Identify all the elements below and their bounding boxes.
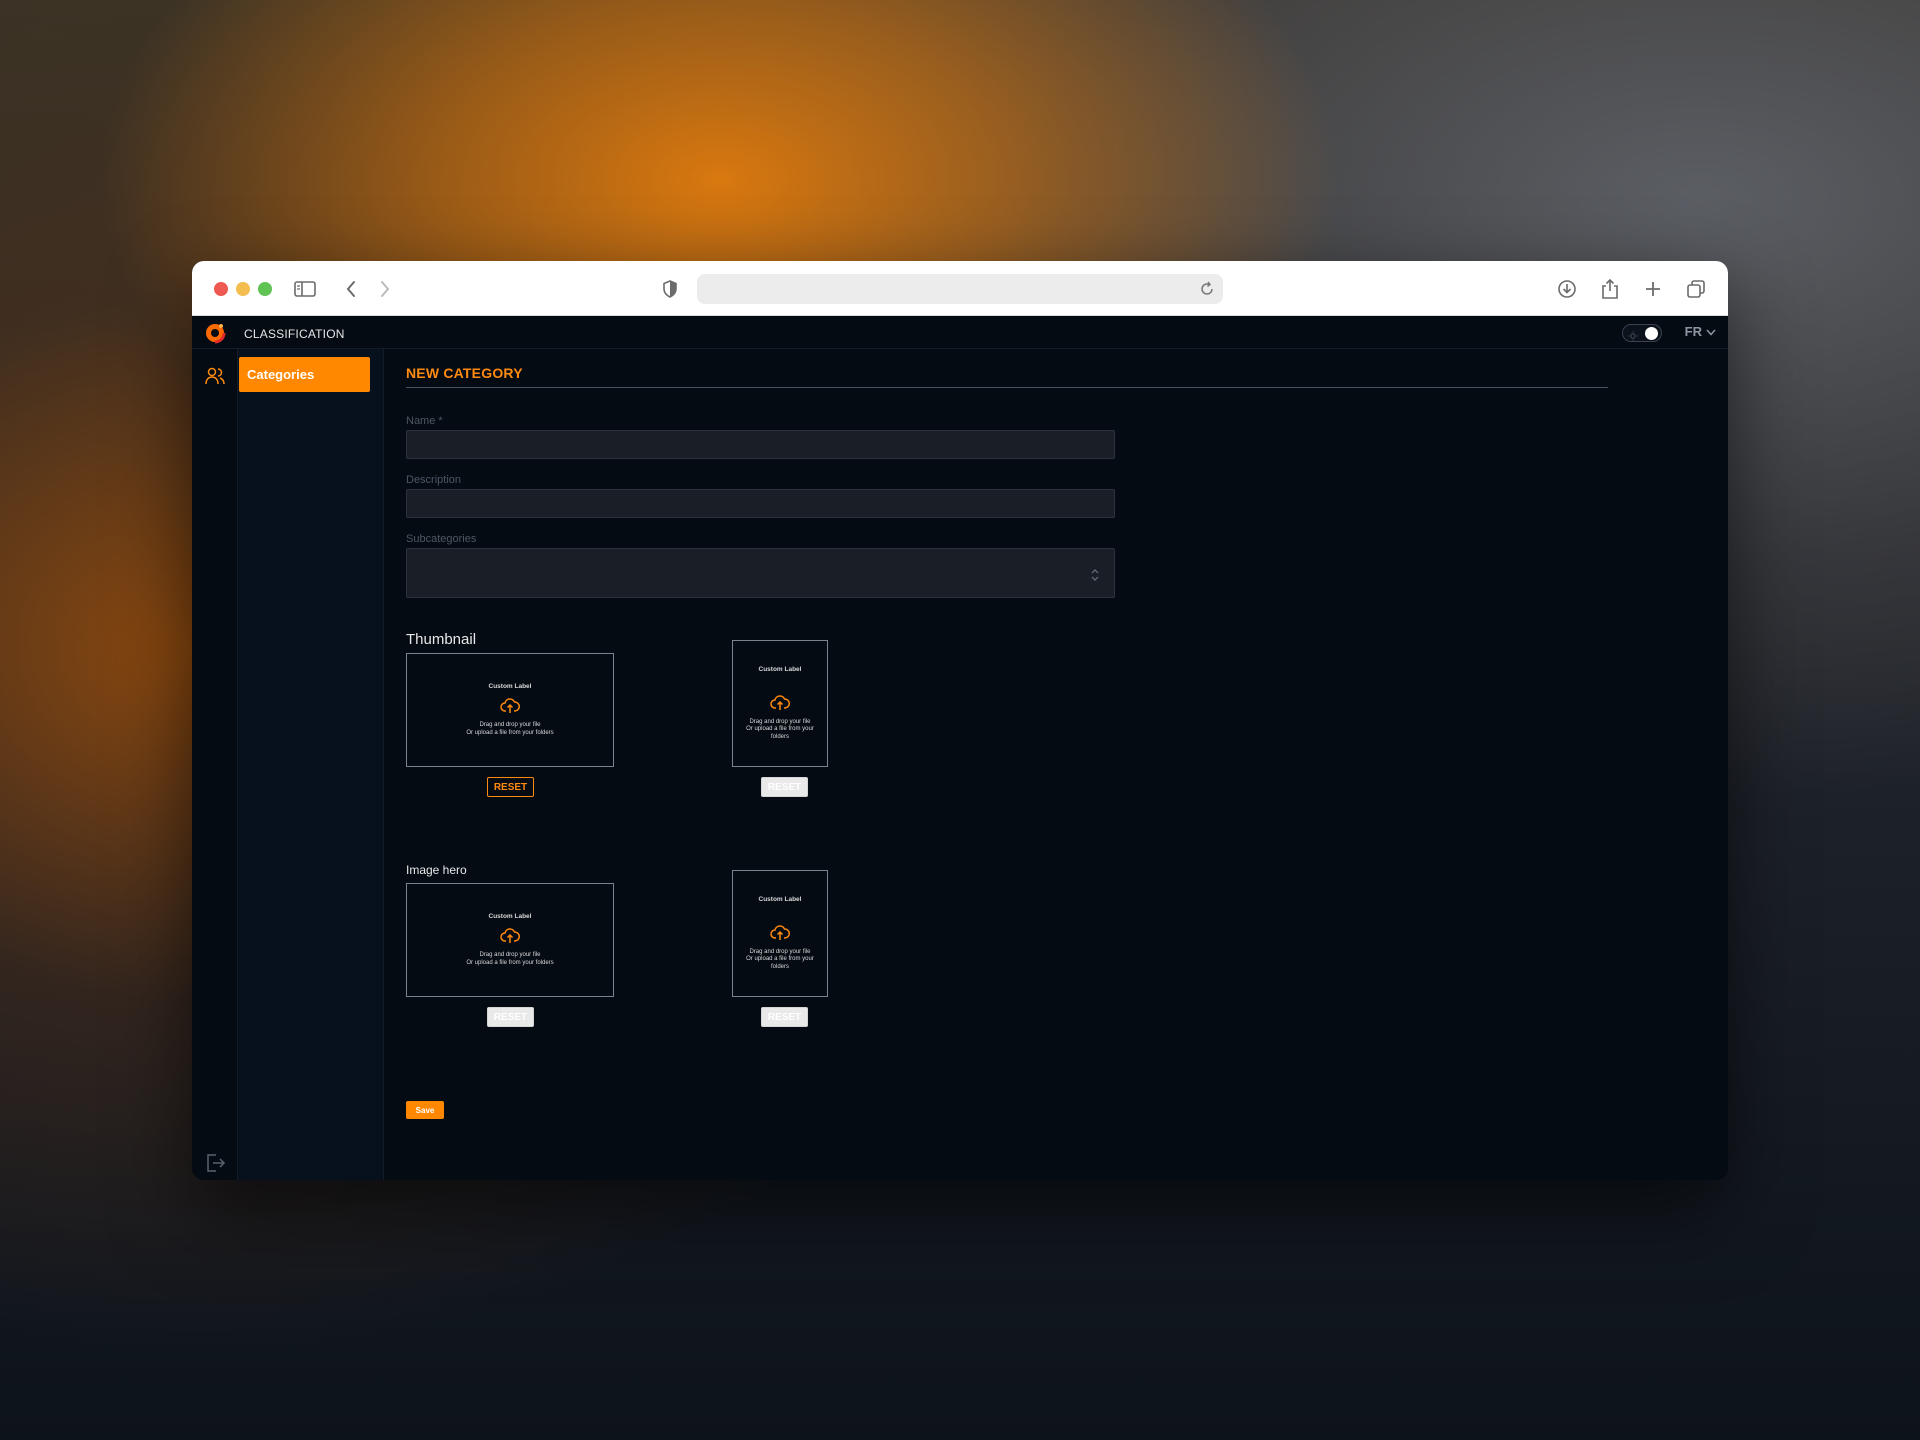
dropzone-drag-text: Drag and drop your file [749,718,811,725]
download-icon[interactable] [1553,275,1581,303]
logout-icon[interactable] [204,1152,226,1174]
thumbnail-portrait-reset-button[interactable]: RESET [761,777,808,797]
cloud-upload-icon [770,924,790,941]
sidebar: Categories [238,349,384,1180]
theme-toggle[interactable] [1622,324,1662,342]
cloud-upload-icon [770,694,790,711]
app-title: CLASSIFICATION [244,327,345,341]
minimize-window-button[interactable] [236,282,250,296]
image-hero-dropzone-portrait[interactable]: Custom Label Drag and drop your file Or … [732,870,828,997]
sidebar-item-label: Categories [247,367,315,382]
thumbnail-dropzone-landscape[interactable]: Custom Label Drag and drop your file Or … [406,653,614,767]
thumbnail-dropzone-portrait[interactable]: Custom Label Drag and drop your file Or … [732,640,828,767]
address-bar[interactable] [697,274,1223,304]
description-field[interactable] [406,489,1115,518]
new-tab-icon[interactable] [1639,275,1667,303]
maximize-window-button[interactable] [258,282,272,296]
dropzone-upload-text-folders: folders [770,733,789,740]
language-label: FR [1684,324,1702,339]
forward-icon[interactable] [371,275,399,303]
name-input[interactable] [407,431,1114,458]
dropzone-drag-text: Drag and drop your file [749,948,811,955]
dropzone-drag-text: Drag and drop your file [479,722,541,728]
save-button[interactable]: Save [406,1101,444,1119]
shield-icon[interactable] [656,275,684,303]
close-window-button[interactable] [214,282,228,296]
chevron-up-down-icon [1090,567,1100,583]
dropzone-label: Custom Label [488,683,532,690]
chevron-down-icon [1706,324,1716,339]
dropzone-label: Custom Label [758,895,802,903]
browser-window: CLASSIFICATION FR Categories NEW CATEGOR… [192,261,1728,1180]
dropzone-upload-text-folders: folders [770,963,789,970]
name-field[interactable] [406,430,1115,459]
back-icon[interactable] [337,275,365,303]
tab-overview-icon[interactable] [1682,275,1710,303]
sidebar-item-categories[interactable]: Categories [239,357,370,392]
thumbnail-heading: Thumbnail [406,631,477,648]
thumbnail-landscape-reset-button[interactable]: RESET [487,777,534,797]
app-header: CLASSIFICATION FR [192,316,1728,349]
share-icon[interactable] [1596,275,1624,303]
subcategories-select[interactable] [406,548,1115,598]
dropzone-drag-text: Drag and drop your file [479,952,541,958]
language-selector[interactable]: FR [1685,324,1716,339]
reload-icon[interactable] [1199,281,1215,297]
description-input[interactable] [407,490,1114,517]
app-content: CLASSIFICATION FR Categories NEW CATEGOR… [192,316,1728,1180]
main-content: NEW CATEGORY Name * Description Subcateg… [384,349,1728,1180]
page-title: NEW CATEGORY [406,365,523,381]
sun-icon [1628,328,1638,341]
cloud-upload-icon [500,698,520,714]
sidebar-toggle-icon[interactable] [291,275,319,303]
app-logo[interactable] [204,322,226,344]
subcategories-label: Subcategories [406,533,477,545]
image-hero-heading: Image hero [406,863,467,877]
dropzone-label: Custom Label [488,913,532,920]
dropzone-label: Custom Label [758,665,802,673]
description-label: Description [406,474,462,486]
dropzone-upload-text: Or upload a file from your [746,956,814,963]
image-hero-landscape-reset-button[interactable]: RESET [487,1007,534,1027]
dropzone-upload-text: Or upload a file from your folders [466,729,554,736]
icon-rail [192,349,238,1180]
name-label: Name * [406,415,443,427]
cloud-upload-icon [500,928,520,944]
image-hero-dropzone-landscape[interactable]: Custom Label Drag and drop your file Or … [406,883,614,997]
image-hero-portrait-reset-button[interactable]: RESET [761,1007,808,1027]
users-icon[interactable] [204,365,226,387]
dropzone-upload-text: Or upload a file from your folders [466,959,554,966]
toggle-knob [1645,327,1658,340]
dropzone-upload-text: Or upload a file from your [746,726,814,733]
browser-toolbar [192,261,1728,316]
title-divider [406,387,1608,388]
